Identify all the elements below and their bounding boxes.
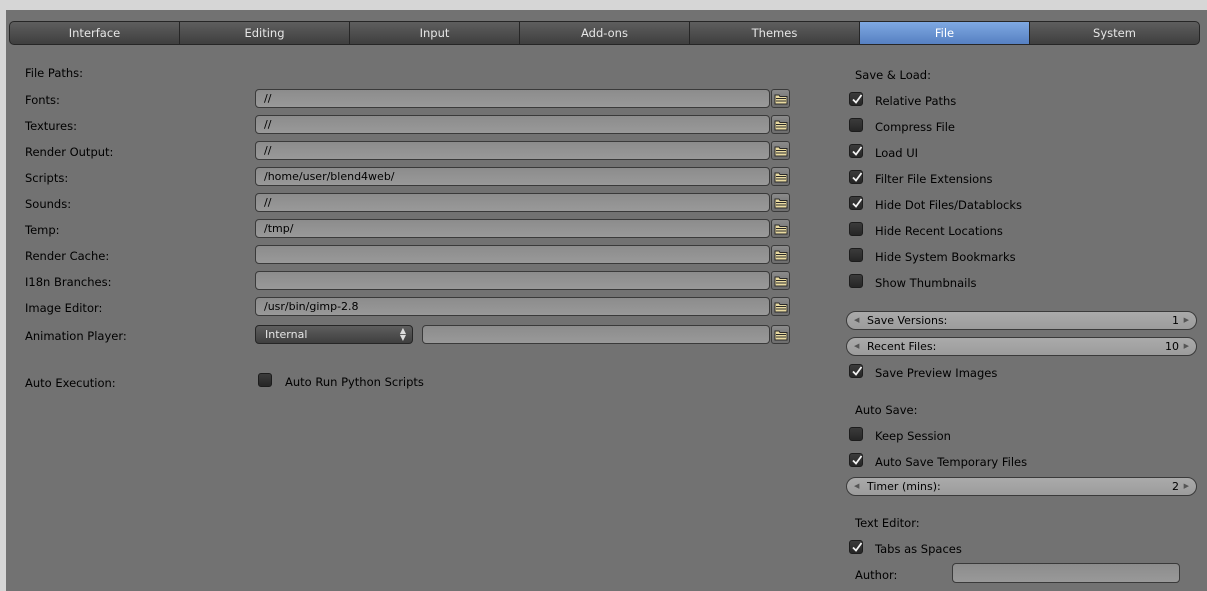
auto-execution-label: Auto Execution: <box>25 376 116 390</box>
hide-recent-locations-label: Hide Recent Locations <box>875 224 1003 238</box>
text-editor-heading: Text Editor: <box>855 516 920 530</box>
textures-label: Textures: <box>25 119 77 133</box>
tabs-as-spaces-checkbox[interactable] <box>849 540 863 554</box>
sounds-path-field[interactable]: // <box>255 193 770 212</box>
folder-icon[interactable] <box>771 115 790 134</box>
arrow-left-icon[interactable]: ◀ <box>854 312 859 329</box>
window-top-edge <box>0 0 1207 10</box>
timer-value: 2 <box>1172 480 1179 493</box>
hide-recent-locations-checkbox[interactable] <box>849 222 863 236</box>
auto-run-python-label: Auto Run Python Scripts <box>285 375 424 389</box>
show-thumbnails-label: Show Thumbnails <box>875 276 977 290</box>
hide-system-bookmarks-checkbox[interactable] <box>849 248 863 262</box>
folder-icon[interactable] <box>771 271 790 290</box>
tab-addons[interactable]: Add-ons <box>520 22 690 44</box>
scripts-label: Scripts: <box>25 171 69 185</box>
save-preview-checkbox[interactable] <box>849 364 863 378</box>
arrow-left-icon[interactable]: ◀ <box>854 478 859 495</box>
hide-system-bookmarks-label: Hide System Bookmarks <box>875 250 1016 264</box>
render-cache-path-field[interactable] <box>255 245 770 264</box>
auto-save-temp-label: Auto Save Temporary Files <box>875 455 1028 469</box>
timer-field[interactable]: ◀ Timer (mins): 2 ▶ <box>846 477 1197 496</box>
animation-player-label: Animation Player: <box>25 329 127 343</box>
author-label: Author: <box>855 568 898 582</box>
folder-icon[interactable] <box>771 141 790 160</box>
auto-save-heading: Auto Save: <box>855 403 918 417</box>
tab-input[interactable]: Input <box>350 22 520 44</box>
image-editor-path-field[interactable]: /usr/bin/gimp-2.8 <box>255 297 770 316</box>
fonts-label: Fonts: <box>25 93 60 107</box>
auto-run-python-checkbox[interactable] <box>258 373 272 387</box>
arrow-right-icon[interactable]: ▶ <box>1184 312 1189 329</box>
compress-file-label: Compress File <box>875 120 956 134</box>
fonts-path-field[interactable]: // <box>255 89 770 108</box>
folder-icon[interactable] <box>771 193 790 212</box>
tab-interface[interactable]: Interface <box>10 22 180 44</box>
arrow-right-icon[interactable]: ▶ <box>1184 478 1189 495</box>
animation-player-dropdown-value: Internal <box>265 328 308 341</box>
file-paths-heading: File Paths: <box>25 66 84 80</box>
textures-path-field[interactable]: // <box>255 115 770 134</box>
folder-icon[interactable] <box>771 297 790 316</box>
sounds-label: Sounds: <box>25 197 72 211</box>
tabs-as-spaces-label: Tabs as Spaces <box>875 542 962 556</box>
animation-player-dropdown[interactable]: Internal ▲ ▼ <box>255 325 413 344</box>
keep-session-checkbox[interactable] <box>849 427 863 441</box>
recent-files-label: Recent Files: <box>867 340 937 353</box>
preferences-tabs: Interface Editing Input Add-ons Themes F… <box>9 21 1200 45</box>
filter-file-extensions-label: Filter File Extensions <box>875 172 993 186</box>
arrow-left-icon[interactable]: ◀ <box>854 338 859 355</box>
folder-icon[interactable] <box>771 325 790 344</box>
folder-icon[interactable] <box>771 89 790 108</box>
i18n-branches-path-field[interactable] <box>255 271 770 290</box>
scripts-path-field[interactable]: /home/user/blend4web/ <box>255 167 770 186</box>
author-field[interactable] <box>952 563 1180 583</box>
save-versions-label: Save Versions: <box>867 314 948 327</box>
render-output-label: Render Output: <box>25 145 114 159</box>
up-down-arrows-icon: ▲ ▼ <box>399 326 406 342</box>
folder-icon[interactable] <box>771 245 790 264</box>
recent-files-field[interactable]: ◀ Recent Files: 10 ▶ <box>846 337 1197 356</box>
tab-themes[interactable]: Themes <box>690 22 860 44</box>
load-ui-checkbox[interactable] <box>849 144 863 158</box>
temp-label: Temp: <box>25 223 60 237</box>
folder-icon[interactable] <box>771 167 790 186</box>
image-editor-label: Image Editor: <box>25 301 103 315</box>
arrow-right-icon[interactable]: ▶ <box>1184 338 1189 355</box>
folder-icon[interactable] <box>771 219 790 238</box>
load-ui-label: Load UI <box>875 146 919 160</box>
compress-file-checkbox[interactable] <box>849 118 863 132</box>
preferences-window: Interface Editing Input Add-ons Themes F… <box>0 0 1207 591</box>
save-load-heading: Save & Load: <box>855 68 931 82</box>
filter-file-extensions-checkbox[interactable] <box>849 170 863 184</box>
tab-system[interactable]: System <box>1030 22 1199 44</box>
hide-dot-files-datablocks-checkbox[interactable] <box>849 196 863 210</box>
animation-player-path-field[interactable] <box>422 325 770 344</box>
hide-dot-files-datablocks-label: Hide Dot Files/Datablocks <box>875 198 1023 212</box>
save-preview-label: Save Preview Images <box>875 366 998 380</box>
tab-editing[interactable]: Editing <box>180 22 350 44</box>
recent-files-value: 10 <box>1165 340 1179 353</box>
timer-label: Timer (mins): <box>867 480 941 493</box>
render-cache-label: Render Cache: <box>25 249 110 263</box>
render-output-path-field[interactable]: // <box>255 141 770 160</box>
save-versions-value: 1 <box>1172 314 1179 327</box>
keep-session-label: Keep Session <box>875 429 951 443</box>
auto-save-temp-checkbox[interactable] <box>849 453 863 467</box>
show-thumbnails-checkbox[interactable] <box>849 274 863 288</box>
temp-path-field[interactable]: /tmp/ <box>255 219 770 238</box>
tab-file[interactable]: File <box>860 22 1030 44</box>
relative-paths-label: Relative Paths <box>875 94 957 108</box>
relative-paths-checkbox[interactable] <box>849 92 863 106</box>
save-versions-field[interactable]: ◀ Save Versions: 1 ▶ <box>846 311 1197 330</box>
i18n-branches-label: I18n Branches: <box>25 275 112 289</box>
